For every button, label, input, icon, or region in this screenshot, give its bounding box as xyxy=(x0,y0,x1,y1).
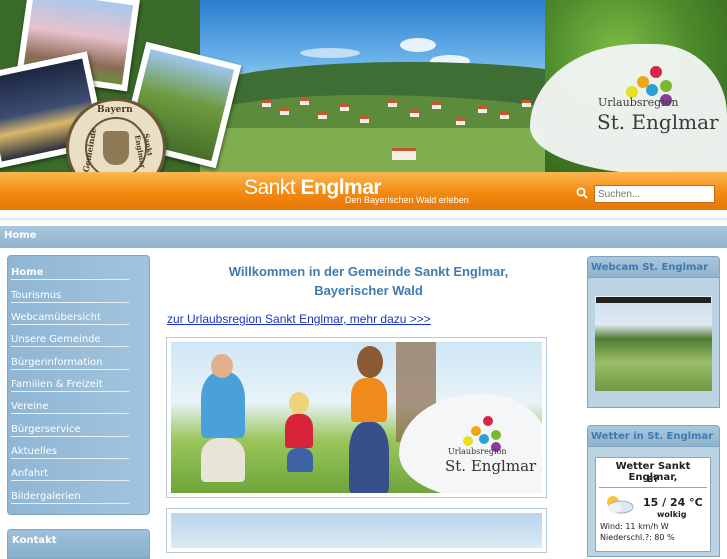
page-title: Willkommen in der Gemeinde Sankt Englmar… xyxy=(228,264,509,279)
menu-item-familien[interactable]: Familien & Freizeit xyxy=(11,379,129,392)
contact-title: Kontakt xyxy=(12,535,57,546)
menu-item-home[interactable]: Home xyxy=(11,267,129,280)
menu-item-buergerinfo[interactable]: Bürgerinformation xyxy=(11,357,129,370)
weather-temperature: 15 / 24 °C xyxy=(643,496,703,509)
page-subtitle: Bayerischer Wald xyxy=(314,283,423,298)
cloud-sun-icon xyxy=(607,496,634,514)
menu-item-webcams[interactable]: Webcamübersicht xyxy=(11,312,129,325)
weather-precipitation: Niederschl.?: 80 % xyxy=(600,533,675,542)
weather-title: Wetter in St. Englmar xyxy=(591,431,714,442)
region-link[interactable]: zur Urlaubsregion Sankt Englmar, mehr da… xyxy=(167,312,431,326)
menu-item-bildergalerien[interactable]: Bildergalerien xyxy=(11,491,129,504)
menu-item-anfahrt[interactable]: Anfahrt xyxy=(11,468,129,481)
hero-image[interactable]: Urlaubsregion St. Englmar xyxy=(166,337,547,498)
weather-region-code: BY xyxy=(647,475,659,484)
webcam-image[interactable] xyxy=(595,296,712,391)
menu-item-vereine[interactable]: Vereine xyxy=(11,401,129,414)
logo-title: St. Englmar xyxy=(597,110,719,134)
weather-condition: wolkig xyxy=(657,510,687,519)
menu-item-tourismus[interactable]: Tourismus xyxy=(11,290,129,303)
menu-item-aktuelles[interactable]: Aktuelles xyxy=(11,446,129,459)
breadcrumb-bar xyxy=(0,226,727,248)
search-icon[interactable] xyxy=(576,187,588,199)
menu-item-buergerservice[interactable]: Bürgerservice xyxy=(11,424,129,437)
logo-text: Urlaubsregion xyxy=(598,96,679,109)
weather-wind: Wind: 11 km/h W xyxy=(600,522,669,531)
search-input[interactable] xyxy=(594,185,715,203)
site-slogan: Den Bayerischen Wald erleben xyxy=(345,195,469,205)
secondary-image[interactable] xyxy=(166,508,547,553)
webcam-title: Webcam St. Englmar xyxy=(591,262,709,273)
menu-item-gemeinde[interactable]: Unsere Gemeinde xyxy=(11,334,129,347)
header-banner: Bayern Gemeinde Sankt Englmar Urlaubsreg… xyxy=(0,0,727,212)
breadcrumb-home[interactable]: Home xyxy=(4,230,36,241)
